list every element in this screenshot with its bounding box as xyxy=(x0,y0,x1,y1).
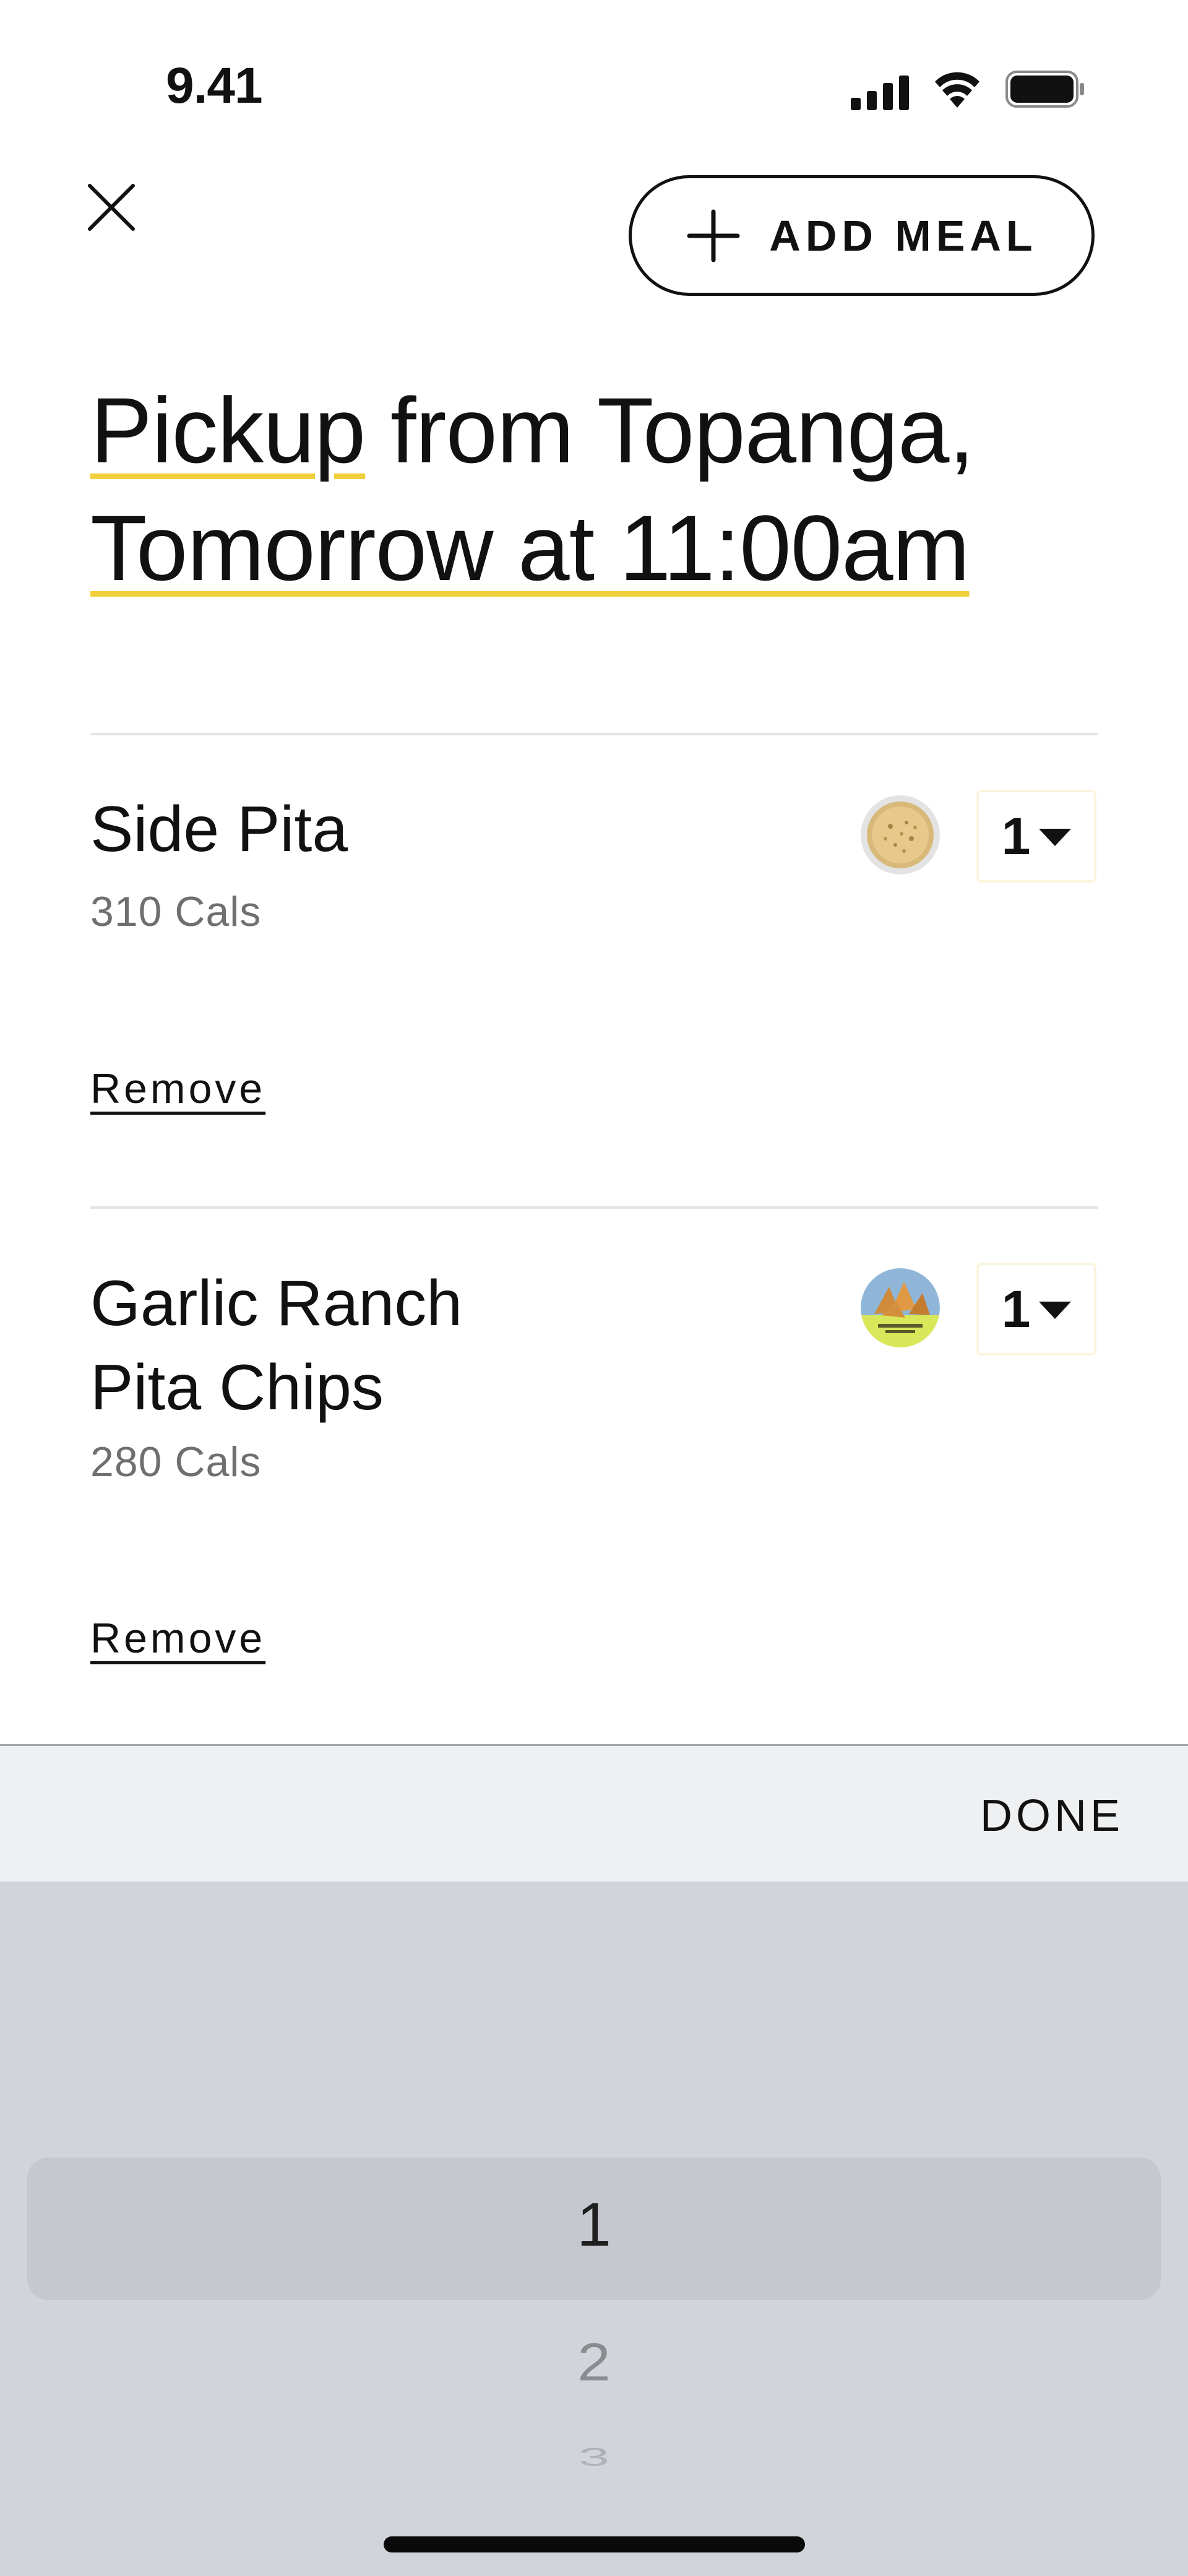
quantity-value: 1 xyxy=(1001,1279,1031,1338)
item-name: Side Pita xyxy=(90,787,348,871)
quantity-select[interactable]: 1 xyxy=(976,790,1096,883)
quantity-value: 1 xyxy=(1001,806,1031,865)
remove-item-link[interactable]: Remove xyxy=(90,1065,265,1113)
title-at-text: at xyxy=(493,496,619,600)
item-name-line: Side Pita xyxy=(90,793,348,865)
add-meal-button[interactable]: ADD MEAL xyxy=(629,175,1095,296)
pickup-day: Tomorrow xyxy=(90,496,493,600)
order-mode-link[interactable]: Pickup xyxy=(90,378,366,482)
add-meal-label: ADD MEAL xyxy=(769,211,1038,260)
pickup-location: Topanga, xyxy=(596,378,975,482)
divider xyxy=(90,1206,1098,1209)
status-icons xyxy=(851,67,1086,110)
item-calories: 310 Cals xyxy=(90,888,262,935)
title-line-1: Pickup from Topanga, xyxy=(90,371,1111,489)
picker-option[interactable]: 2 xyxy=(0,2332,1188,2393)
item-name-line: Garlic Ranch xyxy=(90,1268,463,1339)
wifi-icon xyxy=(935,72,979,108)
chevron-down-icon xyxy=(1039,829,1072,846)
pickup-time: 11:00am xyxy=(619,496,970,600)
pita-chips-icon xyxy=(861,1268,940,1347)
item-name: Garlic Ranch Pita Chips xyxy=(90,1261,462,1430)
item-name-line: Pita Chips xyxy=(90,1352,384,1424)
cellular-signal-icon xyxy=(851,76,909,110)
quantity-picker[interactable]: 1 2 3 xyxy=(0,1882,1188,2576)
plus-icon xyxy=(687,209,740,262)
status-time: 9.41 xyxy=(166,58,263,114)
picker-option[interactable]: 3 xyxy=(0,2443,1188,2471)
picker-option[interactable]: 1 xyxy=(0,2190,1188,2261)
picker-toolbar: DONE xyxy=(0,1744,1188,1882)
title-from-text: from xyxy=(365,378,597,482)
item-calories: 280 Cals xyxy=(90,1438,262,1485)
done-button[interactable]: DONE xyxy=(980,1791,1124,1841)
remove-item-link[interactable]: Remove xyxy=(90,1614,265,1662)
home-indicator xyxy=(384,2536,805,2552)
pickup-time-link[interactable]: Tomorrow at 11:00am xyxy=(90,496,970,600)
title-line-2: Tomorrow at 11:00am xyxy=(90,489,1111,607)
cart-screen: 9.41 ADD MEAL Pickup from Topanga, Tomor… xyxy=(0,0,1188,2576)
close-button[interactable] xyxy=(84,179,139,235)
pita-bread-icon xyxy=(861,795,940,875)
order-title: Pickup from Topanga, Tomorrow at 11:00am xyxy=(90,371,1111,607)
divider xyxy=(90,733,1098,735)
chevron-down-icon xyxy=(1039,1302,1072,1319)
battery-icon xyxy=(1005,71,1084,108)
quantity-select[interactable]: 1 xyxy=(976,1263,1096,1355)
close-icon xyxy=(88,184,135,231)
